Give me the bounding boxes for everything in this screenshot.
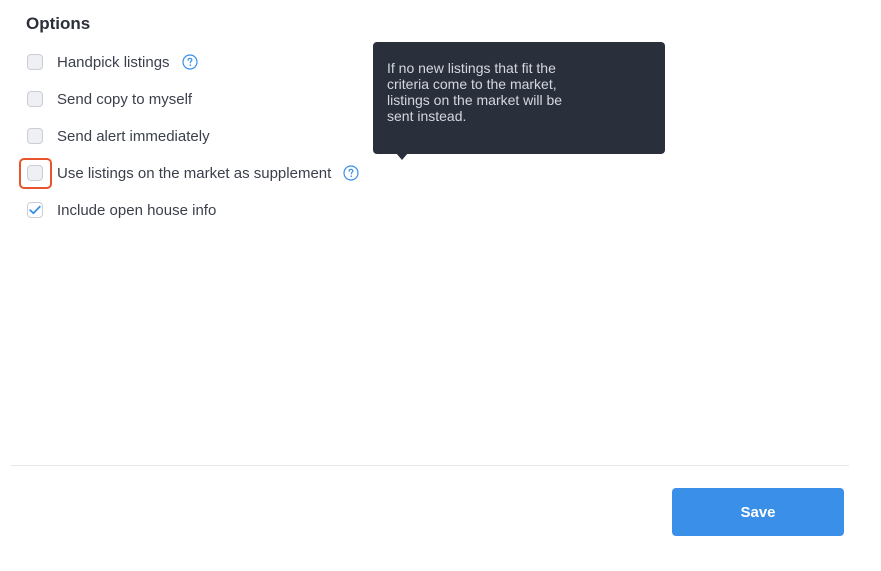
option-send-alert-immediately[interactable]: Send alert immediately bbox=[27, 126, 210, 146]
option-label: Use listings on the market as supplement bbox=[57, 164, 332, 182]
option-handpick-listings[interactable]: Handpick listings bbox=[27, 52, 198, 72]
checkbox-handpick-listings[interactable] bbox=[27, 54, 43, 70]
checkbox-send-alert-immediately[interactable] bbox=[27, 128, 43, 144]
tooltip-line: If no new listings that fit the bbox=[387, 60, 556, 76]
option-label: Send alert immediately bbox=[57, 127, 210, 145]
save-button[interactable]: Save bbox=[672, 488, 844, 536]
tooltip-line: sent instead. bbox=[387, 108, 467, 124]
question-circle-icon[interactable] bbox=[181, 54, 198, 70]
question-circle-icon[interactable] bbox=[343, 165, 359, 181]
options-panel: Options Handpick listings Send copy to m… bbox=[0, 0, 881, 571]
tooltip-line: listings on the market will be bbox=[387, 92, 563, 108]
option-label: Send copy to myself bbox=[57, 90, 193, 108]
option-send-copy[interactable]: Send copy to myself bbox=[27, 89, 192, 109]
checkmark-icon bbox=[29, 205, 41, 215]
option-label: Include open house info bbox=[57, 201, 217, 219]
tooltip-line: criteria come to the market, bbox=[387, 76, 557, 92]
footer-divider bbox=[11, 465, 849, 466]
checkbox-send-copy[interactable] bbox=[27, 91, 43, 107]
help-tooltip: If no new listings that fit the criteria… bbox=[373, 42, 665, 154]
option-include-open-house[interactable]: Include open house info bbox=[27, 200, 216, 220]
checkbox-include-open-house[interactable] bbox=[27, 202, 43, 218]
option-use-listings-supplement[interactable]: Use listings on the market as supplement bbox=[27, 163, 359, 183]
checkbox-use-listings-supplement[interactable] bbox=[27, 165, 43, 181]
tooltip-arrow bbox=[396, 153, 408, 160]
section-title: Options bbox=[26, 14, 91, 33]
option-label: Handpick listings bbox=[57, 53, 170, 71]
